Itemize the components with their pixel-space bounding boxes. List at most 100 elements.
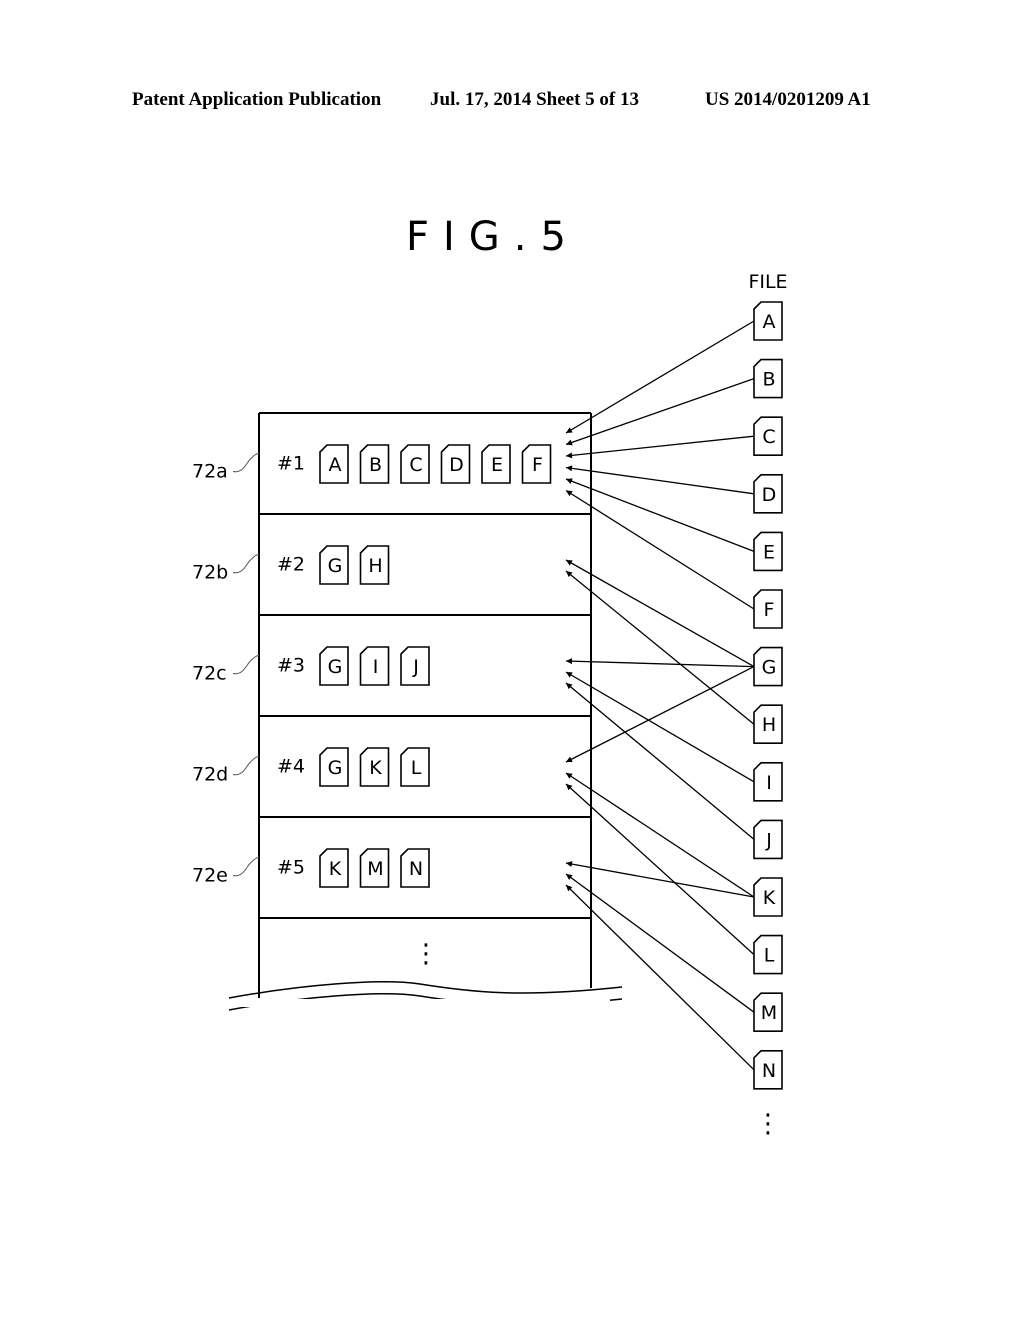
file-letter: B bbox=[762, 369, 775, 391]
arrow-C-to-region-1 bbox=[565, 435, 755, 459]
arrow-G-to-region-2 bbox=[565, 559, 755, 668]
file-letter: F bbox=[764, 599, 775, 621]
file-letter: I bbox=[373, 656, 379, 678]
file-N: N bbox=[753, 1050, 783, 1090]
file-L: L bbox=[753, 934, 783, 975]
region-file-K: K bbox=[359, 747, 390, 787]
arrow-group bbox=[565, 320, 755, 1071]
region-file-E: E bbox=[481, 444, 511, 484]
region-number: #1 bbox=[277, 453, 305, 475]
region-number: #5 bbox=[277, 857, 305, 879]
file-B: B bbox=[753, 358, 783, 399]
break-gap bbox=[240, 999, 610, 1007]
file-letter: J bbox=[765, 829, 772, 851]
arrow-F-to-region-1 bbox=[565, 489, 755, 610]
file-F: F bbox=[753, 589, 783, 629]
file-letter: C bbox=[762, 426, 775, 448]
file-letter: L bbox=[411, 757, 422, 779]
storage-region-72b: 72b #2 G H bbox=[192, 545, 591, 616]
leader-line bbox=[232, 655, 260, 675]
region-file-G: G bbox=[319, 545, 349, 585]
file-K: K bbox=[753, 877, 783, 917]
file-letter: N bbox=[409, 858, 423, 880]
region-ref-label: 72a bbox=[192, 461, 228, 483]
region-file-B: B bbox=[359, 444, 390, 484]
file-letter: E bbox=[763, 541, 775, 563]
arrow-B-to-region-1 bbox=[565, 377, 755, 446]
file-G: G bbox=[753, 646, 783, 687]
region-file-C: C bbox=[400, 444, 430, 484]
arrow-K-to-region-4 bbox=[565, 772, 755, 898]
leader-line bbox=[232, 756, 260, 776]
file-letter: G bbox=[328, 555, 343, 577]
region-file-J: J bbox=[400, 646, 430, 686]
arrow-A-to-region-1 bbox=[565, 320, 755, 434]
file-letter: G bbox=[762, 657, 777, 679]
storage-ellipsis: ⋮ bbox=[413, 939, 439, 969]
region-file-G: G bbox=[319, 747, 349, 787]
storage-stack: 72a #1 A B C D E F 72b #2 G H 72c #3 G I J 72d #4 G K L 72e #5 K… bbox=[192, 412, 623, 1011]
file-letter: K bbox=[763, 887, 776, 909]
file-letter: F bbox=[532, 454, 543, 476]
file-letter: I bbox=[766, 772, 772, 794]
region-file-H: H bbox=[359, 545, 390, 585]
storage-region-72c: 72c #3 G I J bbox=[192, 646, 591, 717]
file-J: J bbox=[753, 819, 783, 860]
file-letter: A bbox=[329, 454, 342, 476]
region-file-M: M bbox=[359, 848, 390, 888]
file-letter: L bbox=[764, 945, 775, 967]
storage-region-72d: 72d #4 G K L bbox=[192, 747, 591, 818]
region-file-L: L bbox=[400, 747, 430, 787]
file-E: E bbox=[753, 531, 783, 572]
storage-region-72e: 72e #5 K M N bbox=[192, 848, 591, 919]
file-A: A bbox=[753, 301, 783, 341]
arrow-N-to-region-5 bbox=[565, 884, 755, 1071]
file-letter: G bbox=[328, 656, 343, 678]
file-ellipsis: ⋮ bbox=[755, 1109, 781, 1139]
file-letter: E bbox=[491, 454, 503, 476]
file-letter: G bbox=[328, 757, 343, 779]
arrow-M-to-region-5 bbox=[565, 873, 755, 1013]
arrow-G-to-region-3 bbox=[565, 658, 755, 668]
region-file-G: G bbox=[319, 646, 349, 686]
region-ref-label: 72d bbox=[192, 764, 228, 786]
file-column: FILE A B C D E F G H I J K L M N ⋮ bbox=[748, 271, 787, 1139]
region-file-I: I bbox=[359, 646, 390, 686]
file-I: I bbox=[753, 762, 783, 802]
file-M: M bbox=[753, 992, 783, 1032]
file-letter: D bbox=[449, 454, 464, 476]
leader-line bbox=[232, 857, 260, 877]
storage-diagram: 72a #1 A B C D E F 72b #2 G H 72c #3 G I J 72d #4 G K L 72e #5 K… bbox=[192, 271, 788, 1139]
arrow-L-to-region-4 bbox=[565, 783, 755, 956]
region-file-A: A bbox=[319, 444, 349, 484]
region-ref-label: 72c bbox=[192, 663, 227, 685]
file-column-label: FILE bbox=[748, 271, 787, 293]
file-C: C bbox=[753, 416, 783, 456]
region-number: #3 bbox=[277, 655, 305, 677]
arrow-I-to-region-3 bbox=[565, 671, 755, 783]
region-file-F: F bbox=[521, 444, 552, 484]
file-letter: M bbox=[367, 858, 383, 880]
file-H: H bbox=[753, 704, 783, 744]
break-line-upper bbox=[228, 981, 623, 999]
leader-line bbox=[232, 554, 260, 574]
arrow-K-to-region-5 bbox=[565, 861, 755, 898]
file-letter: M bbox=[761, 1002, 777, 1024]
arrow-J-to-region-3 bbox=[565, 682, 755, 840]
region-file-N: N bbox=[400, 848, 430, 888]
file-letter: J bbox=[412, 656, 419, 678]
region-ref-label: 72b bbox=[192, 562, 228, 584]
leader-line bbox=[232, 453, 260, 473]
region-number: #2 bbox=[277, 554, 305, 576]
file-letter: B bbox=[369, 454, 382, 476]
storage-region-72a: 72a #1 A B C D E F bbox=[192, 444, 591, 515]
region-ref-label: 72e bbox=[192, 865, 228, 887]
file-D: D bbox=[753, 474, 783, 514]
file-letter: K bbox=[329, 858, 342, 880]
region-number: #4 bbox=[277, 756, 305, 778]
arrow-G-to-region-4 bbox=[565, 666, 755, 763]
file-letter: N bbox=[762, 1060, 776, 1082]
file-letter: D bbox=[762, 484, 777, 506]
file-letter: K bbox=[369, 757, 382, 779]
region-file-K: K bbox=[319, 848, 349, 888]
